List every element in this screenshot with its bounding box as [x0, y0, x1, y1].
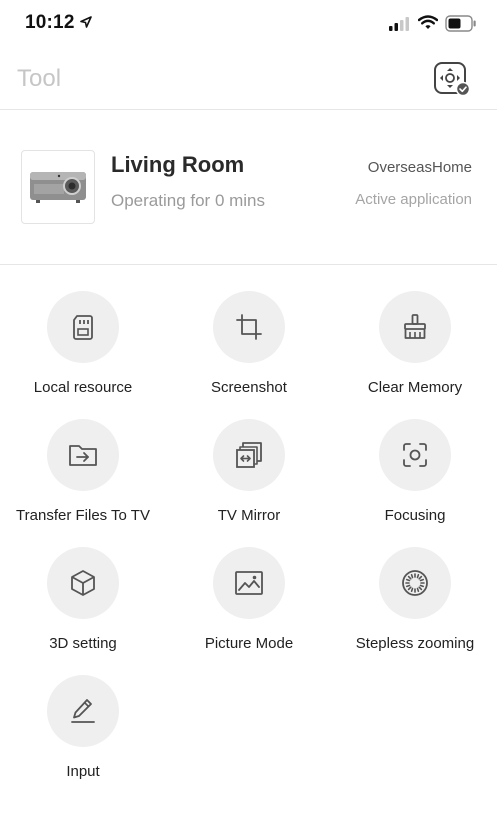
device-status: Operating for 0 mins — [111, 191, 266, 210]
signal-icon — [389, 17, 409, 31]
tool-focusing[interactable]: Focusing — [332, 392, 497, 524]
tool-clear-memory[interactable]: Clear Memory — [332, 264, 497, 396]
tool-label: Input — [66, 763, 100, 780]
tool-transfer-files[interactable]: Transfer Files To TV — [0, 392, 166, 524]
battery-icon — [445, 15, 476, 32]
tool-circle — [47, 419, 119, 491]
folder-transfer-icon — [69, 445, 97, 466]
tool-circle — [47, 291, 119, 363]
sd-card-icon — [73, 315, 93, 340]
page-title: Tool — [17, 65, 62, 92]
mirror-icon — [236, 442, 262, 468]
tool-input[interactable]: Input — [0, 648, 166, 780]
remote-control-icon — [434, 62, 471, 97]
tool-picture-mode[interactable]: Picture Mode — [166, 520, 332, 652]
tool-circle — [379, 547, 451, 619]
picture-icon — [235, 571, 263, 595]
app-status: Active application — [355, 191, 472, 208]
device-card[interactable]: Living Room Operating for 0 mins Oversea… — [0, 110, 497, 265]
crop-icon — [236, 314, 262, 340]
tool-circle — [47, 675, 119, 747]
remote-control-button[interactable] — [432, 60, 472, 98]
tool-circle — [213, 547, 285, 619]
tool-screenshot[interactable]: Screenshot — [166, 264, 332, 396]
tool-label: Picture Mode — [204, 635, 294, 652]
device-name: Living Room — [111, 152, 245, 177]
tool-circle — [213, 419, 285, 491]
tool-circle — [213, 291, 285, 363]
tool-tv-mirror[interactable]: TV Mirror — [166, 392, 332, 524]
tool-stepless-zooming[interactable]: Stepless zooming — [332, 520, 497, 652]
network-name: OverseasHome — [367, 159, 472, 176]
tool-3d-setting[interactable]: 3D setting — [0, 520, 166, 652]
focus-icon — [403, 443, 427, 467]
wifi-icon — [418, 15, 438, 29]
nav-bar: Tool — [0, 48, 497, 110]
zoom-dial-icon — [402, 570, 428, 596]
pen-icon — [71, 699, 95, 723]
tool-circle — [379, 419, 451, 491]
tool-local-resource[interactable]: Local resource — [0, 264, 166, 396]
device-thumbnail — [21, 150, 95, 224]
projector-icon — [30, 172, 86, 203]
status-bar: 10:12 — [0, 0, 497, 48]
broom-icon — [404, 314, 426, 339]
location-arrow-icon — [80, 16, 92, 28]
tool-circle — [47, 547, 119, 619]
tool-label: Stepless zooming — [355, 635, 475, 652]
cube-icon — [71, 570, 95, 596]
tool-circle — [379, 291, 451, 363]
status-time: 10:12 — [25, 12, 75, 33]
